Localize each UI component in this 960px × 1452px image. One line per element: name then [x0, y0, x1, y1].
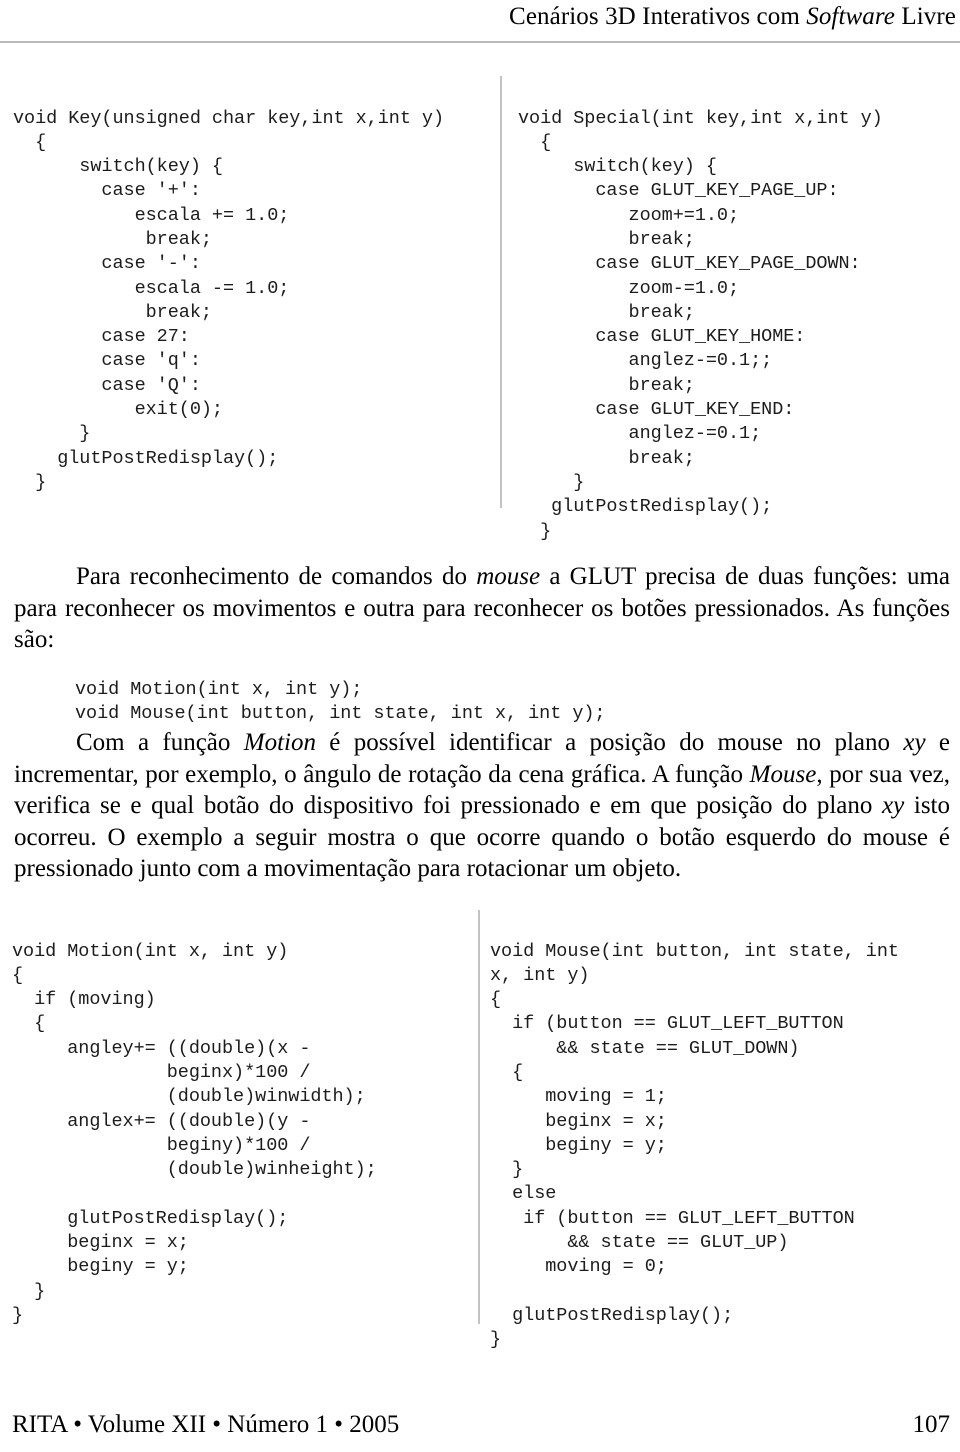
- code-listing-pair-top: void Key(unsigned char key,int x,int y) …: [0, 76, 960, 542]
- paragraph-2-run1: Com a função: [76, 729, 244, 756]
- header-divider-rule: [0, 41, 960, 43]
- header-title-italic: Software: [806, 3, 895, 30]
- header-title-part1: Cenários 3D Interativos com: [509, 3, 807, 30]
- paragraph-2-italic-mouse: Mouse: [749, 760, 817, 788]
- header-title: Cenários 3D Interativos com Software Liv…: [0, 0, 956, 34]
- code-block-function-prototypes: void Motion(int x, int y); void Mouse(in…: [75, 678, 606, 724]
- code-column-divider-top: [500, 76, 502, 508]
- code-block-special-handler: void Special(int key,int x,int y) { swit…: [518, 107, 883, 542]
- footer-journal-info: RITA • Volume XII • Número 1 • 2005: [12, 1411, 400, 1438]
- code-column-divider-bottom: [478, 910, 480, 1324]
- code-block-motion-handler: void Motion(int x, int y) { if (moving) …: [12, 940, 377, 1326]
- footer-page-number: 107: [912, 1411, 951, 1438]
- header-title-part2: Livre: [895, 3, 956, 30]
- page-footer: RITA • Volume XII • Número 1 • 2005 107: [0, 1410, 960, 1444]
- code-block-mouse-handler: void Mouse(int button, int state, int x,…: [490, 940, 899, 1351]
- paragraph-mouse-intro: Para reconhecimento de comandos do mouse…: [14, 561, 950, 656]
- code-block-key-handler: void Key(unsigned char key,int x,int y) …: [13, 107, 445, 493]
- page-header: Cenários 3D Interativos com Software Liv…: [0, 0, 960, 42]
- paragraph-2-italic-motion: Motion: [243, 729, 316, 756]
- code-listing-pair-bottom: void Motion(int x, int y) { if (moving) …: [0, 910, 960, 1350]
- paragraph-2-italic-xy-2: xy: [882, 792, 905, 819]
- paragraph-1-run1: Para reconhecimento de comandos do: [76, 563, 477, 590]
- document-page: Cenários 3D Interativos com Software Liv…: [0, 0, 960, 1452]
- paragraph-1-italic-mouse: mouse: [476, 563, 541, 590]
- paragraph-motion-mouse-explanation: Com a função Motion é possível identific…: [14, 727, 950, 885]
- paragraph-2-run2: é possível identificar a posição do mous…: [315, 729, 904, 756]
- paragraph-2-italic-xy-1: xy: [903, 729, 926, 756]
